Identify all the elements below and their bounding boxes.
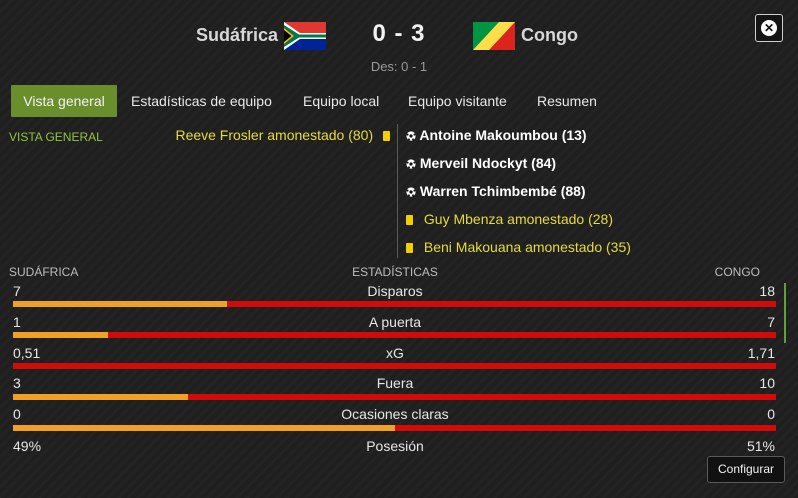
away-event-goal: Warren Tchimbembé (88) <box>406 181 586 201</box>
match-header: Sudáfrica 0 - 3 Congo Des: 0 - 1 ✕ <box>0 0 798 80</box>
stats-away-label: CONGO <box>714 265 760 279</box>
configure-button[interactable]: Configurar <box>707 456 785 483</box>
tab-team-stats[interactable]: Estadísticas de equipo <box>131 85 272 117</box>
stat-bar <box>13 363 776 369</box>
stat-bar <box>13 425 776 431</box>
stat-bar-home-fill <box>13 425 395 431</box>
stat-bar-home-fill <box>13 301 227 307</box>
yellow-card-icon <box>406 243 413 253</box>
event-text: Antoine Makoumbou (13) <box>419 127 587 143</box>
event-text: Guy Mbenza amonestado (28) <box>423 211 613 227</box>
stat-label: A puerta <box>368 314 422 330</box>
stat-label: xG <box>386 345 404 361</box>
stat-bar <box>13 301 776 307</box>
stat-away-value: 51% <box>746 438 775 454</box>
stat-home-value: 0,51 <box>13 345 41 361</box>
away-event-yellow-card: Beni Makouana amonestado (35) <box>406 237 631 257</box>
away-team-name: Congo <box>521 25 578 45</box>
stat-label: Ocasiones claras <box>341 406 449 422</box>
section-label: VISTA GENERAL <box>9 130 103 144</box>
away-event-goal: Antoine Makoumbou (13) <box>406 125 587 145</box>
event-text: Merveil Ndockyt (84) <box>419 155 557 171</box>
stat-away-value: 0 <box>767 406 775 422</box>
stat-bar-home-fill <box>13 332 109 338</box>
event-text: Beni Makouana amonestado (35) <box>423 239 631 255</box>
event-text: Warren Tchimbembé (88) <box>419 183 586 199</box>
scroll-indicator[interactable] <box>784 283 786 343</box>
tab-overview[interactable]: Vista general <box>11 85 117 117</box>
football-icon <box>406 131 416 141</box>
stat-label: Fuera <box>376 375 414 391</box>
close-button[interactable]: ✕ <box>755 14 783 42</box>
stat-home-value: 49% <box>13 438 42 454</box>
halftime-score: Des: 0 - 1 <box>370 59 428 74</box>
stat-away-value: 7 <box>767 314 775 330</box>
away-event-yellow-card: Guy Mbenza amonestado (28) <box>406 209 613 229</box>
yellow-card-icon <box>406 215 413 225</box>
stat-label: Disparos <box>367 283 423 299</box>
home-team-name: Sudáfrica <box>195 25 278 45</box>
stat-away-value: 10 <box>759 375 775 391</box>
close-icon: ✕ <box>761 20 777 36</box>
stat-home-value: 0 <box>13 406 21 422</box>
tab-home-team[interactable]: Equipo local <box>303 85 379 117</box>
stat-bar-home-fill <box>13 394 189 400</box>
stats-home-label: SUDÁFRICA <box>9 265 79 279</box>
stat-away-value: 1,71 <box>747 345 775 361</box>
home-event-yellow-card: Reeve Frosler amonestado (80) <box>175 125 390 145</box>
stat-bar <box>13 394 776 400</box>
south-africa-flag-icon <box>284 22 326 50</box>
match-score: 0 - 3 <box>372 20 426 47</box>
congo-flag-icon <box>473 22 515 50</box>
stat-home-value: 1 <box>13 314 21 330</box>
stat-away-value: 18 <box>759 283 775 299</box>
stats-title: ESTADÍSTICAS <box>352 265 438 279</box>
football-icon <box>406 159 416 169</box>
away-event-goal: Merveil Ndockyt (84) <box>406 153 556 173</box>
stat-bar <box>13 332 776 338</box>
tab-away-team[interactable]: Equipo visitante <box>408 85 507 117</box>
stat-home-value: 7 <box>13 283 21 299</box>
event-text: Reeve Frosler amonestado (80) <box>175 127 374 143</box>
football-icon <box>406 187 416 197</box>
stat-home-value: 3 <box>13 375 21 391</box>
yellow-card-icon <box>383 131 390 141</box>
events-divider <box>397 124 398 258</box>
tab-summary[interactable]: Resumen <box>537 85 597 117</box>
stat-label: Posesión <box>366 438 424 454</box>
